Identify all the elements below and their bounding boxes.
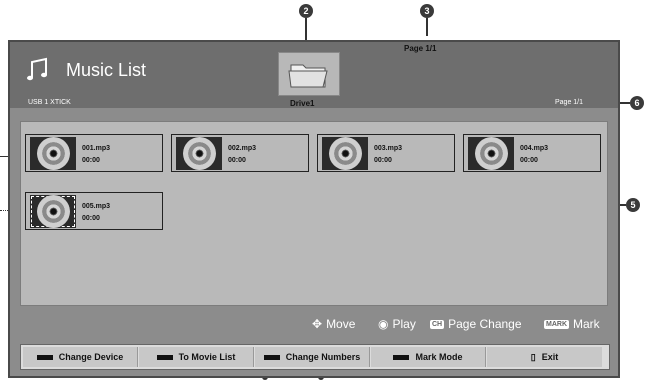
blue-key-icon: [393, 354, 410, 360]
file-name: 001.mp3: [82, 145, 111, 152]
cd-icon: [30, 195, 76, 228]
cd-icon: [30, 137, 76, 170]
file-duration: 00:00: [228, 157, 246, 164]
file-tile-selected[interactable]: 005.mp3 00:00: [25, 192, 163, 230]
mark-key-icon: MARK: [544, 319, 569, 329]
callout-3: 3: [420, 4, 434, 18]
cd-icon: [322, 137, 368, 170]
page-count-top: Page 1/1: [404, 44, 437, 53]
file-name: 004.mp3: [520, 145, 549, 152]
to-movie-list-button[interactable]: To Movie List: [139, 347, 254, 367]
ch-key-icon: CH: [430, 319, 445, 329]
ok-icon: ◉: [378, 317, 389, 331]
file-name: 005.mp3: [82, 203, 111, 210]
exit-icon: ▯: [530, 351, 536, 362]
hint-move: ✥ Move: [312, 317, 356, 331]
file-duration: 00:00: [82, 215, 100, 222]
file-duration: 00:00: [374, 157, 392, 164]
file-tile[interactable]: 004.mp3 00:00: [463, 134, 601, 172]
drive-label: Drive1: [290, 99, 315, 108]
file-tile[interactable]: 002.mp3 00:00: [171, 134, 309, 172]
red-key-icon: [36, 354, 53, 360]
page-indicator: Page 1/1: [555, 99, 584, 106]
mark-mode-button[interactable]: Mark Mode: [371, 347, 486, 367]
file-name: 002.mp3: [228, 145, 257, 152]
dpad-icon: ✥: [312, 317, 323, 331]
cd-icon: [176, 137, 222, 170]
music-list-screen: Music List USB 1 XTICK Drive1 Page 1/1 0…: [8, 40, 620, 378]
change-numbers-button[interactable]: Change Numbers: [255, 347, 370, 367]
cd-icon: [468, 137, 514, 170]
header-bar: Music List USB 1 XTICK Drive1 Page 1/1: [10, 42, 618, 108]
music-note-icon: [27, 57, 47, 81]
hint-page-change: CH Page Change: [430, 317, 522, 331]
callout-2: 2: [299, 4, 313, 18]
hint-play: ◉ Play: [378, 317, 416, 331]
folder-icon: [288, 64, 328, 88]
file-duration: 00:00: [520, 157, 538, 164]
device-label: USB 1 XTICK: [28, 99, 71, 106]
file-tile[interactable]: 003.mp3 00:00: [317, 134, 455, 172]
hint-bar: ✥ Move ◉ Play CH Page Change MARK Mark: [10, 314, 618, 334]
drive-folder-button[interactable]: [278, 52, 340, 96]
change-device-button[interactable]: Change Device: [23, 347, 138, 367]
manual-figure: 2 3 5 6 Music List USB 1 XTICK Drive1 Pa…: [0, 0, 648, 381]
footer-bar: Change Device To Movie List Change Numbe…: [20, 344, 610, 370]
callout-5: 5: [626, 198, 640, 212]
exit-button[interactable]: ▯ Exit: [487, 347, 602, 367]
green-key-icon: [156, 354, 173, 360]
hint-mark: MARK Mark: [544, 317, 600, 331]
yellow-key-icon: [263, 354, 280, 360]
file-duration: 00:00: [82, 157, 100, 164]
file-name: 003.mp3: [374, 145, 403, 152]
callout-6: 6: [630, 96, 644, 110]
page-title: Music List: [66, 60, 147, 80]
file-grid: 001.mp3 00:00 002.mp3 00:00 003.mp3 00:0…: [20, 121, 608, 306]
file-tile[interactable]: 001.mp3 00:00: [25, 134, 163, 172]
callout-3-leader: [426, 18, 428, 36]
